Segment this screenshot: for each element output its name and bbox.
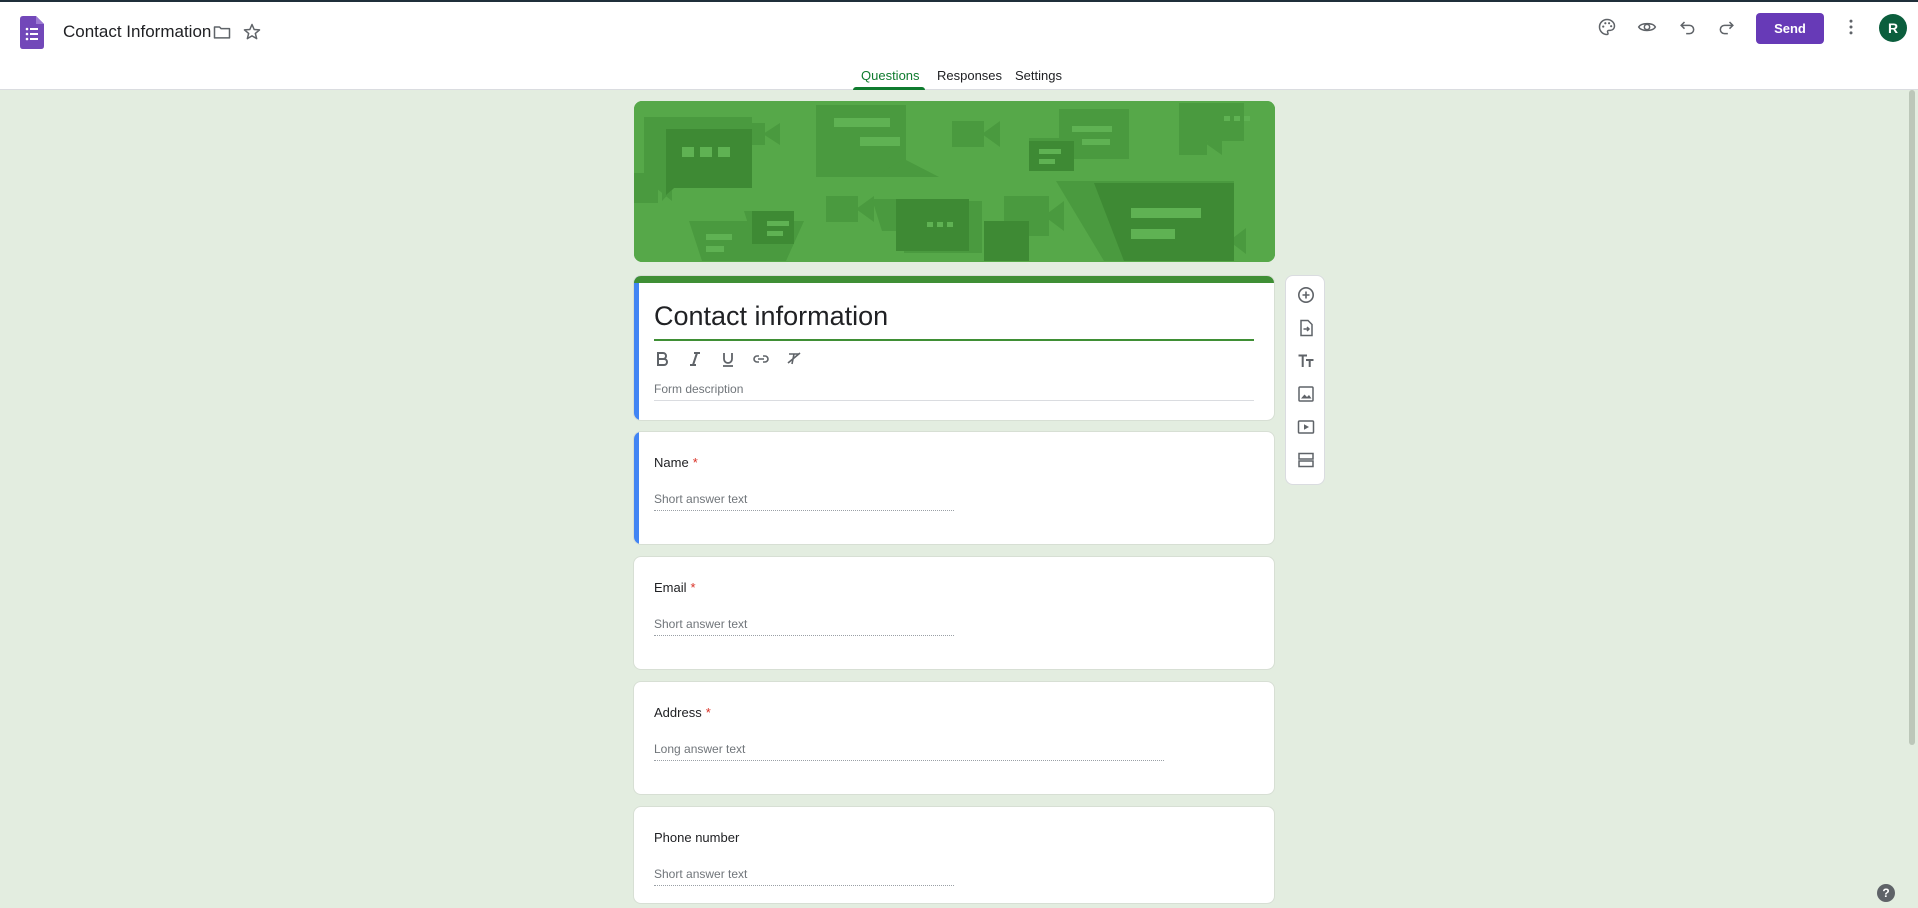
question-card-name[interactable]: Name * Short answer text xyxy=(633,431,1275,545)
form-tabs: Questions Responses Settings xyxy=(0,62,1918,90)
question-card-address[interactable]: Address * Long answer text xyxy=(633,681,1275,795)
description-underline xyxy=(654,400,1254,401)
link-icon[interactable] xyxy=(749,347,773,371)
forms-logo-icon[interactable] xyxy=(20,16,44,49)
question-title: Address * xyxy=(654,705,711,720)
question-title: Name * xyxy=(654,455,698,470)
star-icon[interactable] xyxy=(239,19,265,45)
question-title: Phone number xyxy=(654,830,740,845)
redo-icon[interactable] xyxy=(1714,14,1740,40)
add-section-icon[interactable] xyxy=(1294,448,1318,472)
long-answer-placeholder: Long answer text xyxy=(654,742,746,756)
document-title[interactable]: Contact Information xyxy=(63,22,211,42)
folder-icon[interactable] xyxy=(209,19,235,45)
theme-color-bar xyxy=(634,276,1274,283)
answer-underline xyxy=(654,635,954,636)
title-underline xyxy=(654,339,1254,341)
form-title-card[interactable]: Contact information Form description xyxy=(633,275,1275,421)
help-icon[interactable]: ? xyxy=(1877,884,1895,902)
answer-underline xyxy=(654,760,1164,761)
undo-icon[interactable] xyxy=(1674,14,1700,40)
short-answer-placeholder: Short answer text xyxy=(654,617,748,631)
question-card-phone[interactable]: Phone number Short answer text xyxy=(633,806,1275,904)
add-question-icon[interactable] xyxy=(1294,283,1318,307)
add-image-icon[interactable] xyxy=(1294,382,1318,406)
form-description-input[interactable]: Form description xyxy=(654,382,743,396)
answer-underline xyxy=(654,510,954,511)
account-avatar[interactable]: R xyxy=(1879,14,1907,42)
short-answer-placeholder: Short answer text xyxy=(654,492,748,506)
preview-eye-icon[interactable] xyxy=(1634,14,1660,40)
palette-icon[interactable] xyxy=(1594,14,1620,40)
more-vert-icon[interactable] xyxy=(1838,14,1864,40)
clear-format-icon[interactable] xyxy=(782,347,806,371)
add-video-icon[interactable] xyxy=(1294,415,1318,439)
answer-underline xyxy=(654,885,954,886)
required-asterisk: * xyxy=(690,580,696,595)
italic-icon[interactable] xyxy=(683,347,707,371)
app-header: Contact Information Send R Questions Res… xyxy=(0,2,1918,90)
underline-icon[interactable] xyxy=(716,347,740,371)
bold-icon[interactable] xyxy=(650,347,674,371)
required-asterisk: * xyxy=(705,705,711,720)
question-title: Email * xyxy=(654,580,696,595)
form-title-input[interactable]: Contact information xyxy=(654,301,888,332)
add-title-icon[interactable] xyxy=(1294,349,1318,373)
required-asterisk: * xyxy=(692,455,698,470)
scrollbar-thumb[interactable] xyxy=(1909,90,1915,745)
short-answer-placeholder: Short answer text xyxy=(654,867,748,881)
question-card-email[interactable]: Email * Short answer text xyxy=(633,556,1275,670)
tab-settings[interactable]: Settings xyxy=(1015,68,1062,83)
header-banner-image xyxy=(634,101,1275,262)
tab-responses[interactable]: Responses xyxy=(937,68,1002,83)
page-scrollbar[interactable] xyxy=(1906,90,1918,908)
import-questions-icon[interactable] xyxy=(1294,316,1318,340)
active-tab-indicator xyxy=(853,87,925,90)
send-button[interactable]: Send xyxy=(1756,13,1824,44)
tab-questions[interactable]: Questions xyxy=(861,68,920,83)
floating-toolbar xyxy=(1285,275,1325,485)
